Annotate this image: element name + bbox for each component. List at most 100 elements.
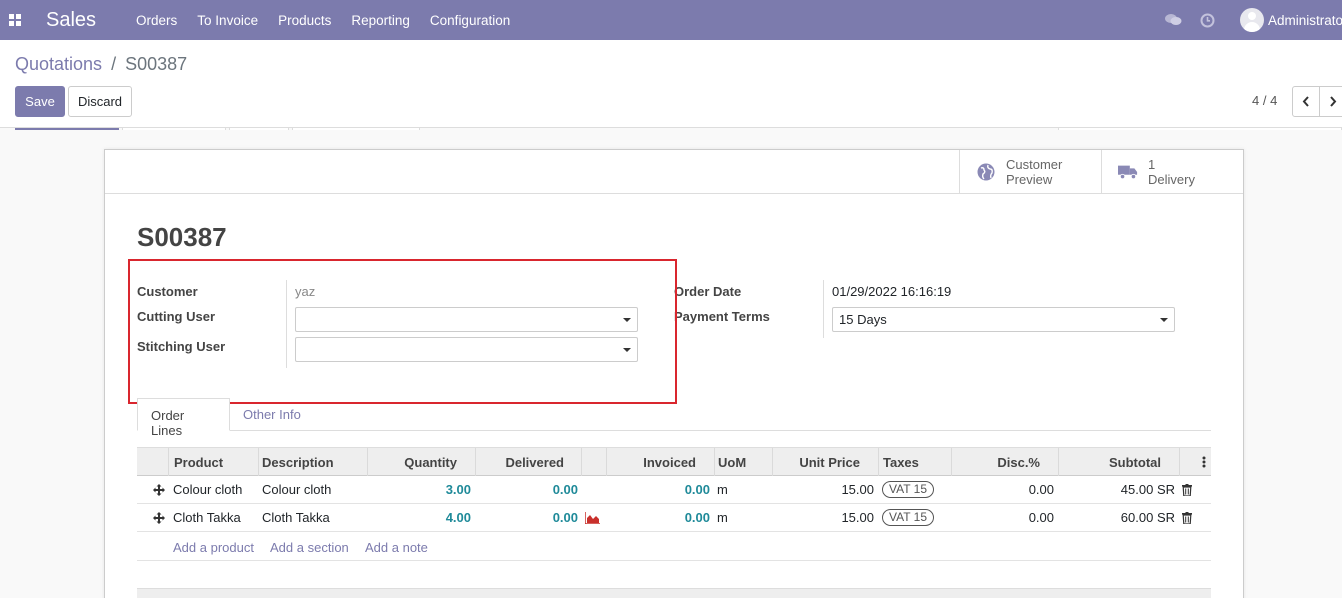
- add-product-link[interactable]: Add a product: [173, 540, 254, 555]
- vertical-dots-icon: [1202, 456, 1206, 468]
- caret-down-icon: [1160, 318, 1168, 322]
- customer-preview-line2: Preview: [1006, 171, 1053, 187]
- user-name[interactable]: Administrator: [1268, 13, 1342, 28]
- order-date-value[interactable]: 01/29/2022 16:16:19: [832, 284, 951, 299]
- top-navbar: Sales Orders To Invoice Products Reporti…: [0, 0, 1342, 40]
- grid-icon: [9, 14, 21, 26]
- cell-product: Colour cloth: [173, 482, 243, 497]
- field-divider: [823, 280, 824, 338]
- table-footer: [137, 588, 1211, 598]
- caret-down-icon: [623, 348, 631, 352]
- column-delivered[interactable]: Delivered: [476, 448, 582, 476]
- column-product[interactable]: Product: [169, 448, 259, 476]
- notebook-tabs: Order Lines Other Info: [137, 398, 1211, 438]
- customer-label: Customer: [137, 284, 198, 299]
- order-date-label: Order Date: [674, 284, 742, 299]
- clock-icon[interactable]: [1198, 11, 1216, 29]
- stitching-user-label: Stitching User: [137, 339, 226, 354]
- chevron-left-icon: [1302, 96, 1309, 107]
- add-note-link[interactable]: Add a note: [365, 540, 428, 555]
- customer-preview-button[interactable]: Customer Preview: [959, 150, 1101, 193]
- drag-handle-icon[interactable]: [153, 512, 165, 524]
- avatar[interactable]: [1240, 8, 1264, 32]
- cell-discount: 0.00: [1028, 510, 1054, 525]
- pager-previous-button[interactable]: [1292, 86, 1320, 117]
- cell-unit-price: 15.00: [841, 510, 874, 525]
- cutting-user-select[interactable]: [295, 307, 638, 332]
- payment-terms-label: Payment Terms: [674, 309, 770, 324]
- cell-product: Cloth Takka: [173, 510, 241, 525]
- add-section-link[interactable]: Add a section: [270, 540, 349, 555]
- apps-menu-icon[interactable]: [0, 0, 30, 40]
- table-row[interactable]: Cloth Takka Cloth Takka 4.00 0.00 0.00 m…: [137, 504, 1211, 532]
- column-invoiced[interactable]: Invoiced: [607, 448, 715, 476]
- cell-delivered: 0.00: [552, 510, 578, 525]
- breadcrumb-separator: /: [111, 54, 117, 74]
- column-options[interactable]: [1180, 448, 1211, 476]
- trash-icon[interactable]: [1182, 484, 1192, 496]
- cell-delivered: 0.00: [552, 482, 578, 497]
- tax-badge: VAT 15: [882, 481, 935, 498]
- tax-badge: VAT 15: [882, 509, 935, 526]
- trash-icon[interactable]: [1182, 512, 1192, 524]
- breadcrumb-quotations[interactable]: Quotations: [15, 54, 102, 74]
- tab-other-info[interactable]: Other Info: [230, 398, 320, 431]
- customer-value[interactable]: yaz: [295, 284, 315, 299]
- app-name[interactable]: Sales: [46, 9, 96, 32]
- cell-uom: m: [717, 510, 728, 525]
- customer-preview-line1: Customer: [1006, 156, 1063, 172]
- payment-terms-value: 15 Days: [839, 312, 887, 327]
- forecast-chart-icon[interactable]: [585, 512, 600, 524]
- cell-invoiced: 0.00: [684, 510, 710, 525]
- tab-order-lines[interactable]: Order Lines: [137, 398, 230, 438]
- pager-next-button[interactable]: [1319, 86, 1342, 117]
- cell-subtotal: 60.00 SR: [1120, 510, 1175, 525]
- menu-configuration[interactable]: Configuration: [430, 13, 510, 28]
- field-divider: [286, 280, 287, 368]
- delivery-count: 1: [1148, 156, 1156, 172]
- cutting-user-label: Cutting User: [137, 309, 215, 324]
- cell-quantity: 4.00: [445, 510, 471, 525]
- menu-reporting[interactable]: Reporting: [351, 13, 410, 28]
- column-description[interactable]: Description: [259, 448, 368, 476]
- stitching-user-select[interactable]: [295, 337, 638, 362]
- control-panel: Quotations / S00387 Save Discard 4 / 4: [0, 40, 1342, 128]
- cell-discount: 0.00: [1028, 482, 1054, 497]
- cell-quantity: 3.00: [445, 482, 471, 497]
- column-subtotal[interactable]: Subtotal: [1059, 448, 1180, 476]
- cell-unit-price: 15.00: [841, 482, 874, 497]
- discard-button[interactable]: Discard: [68, 86, 132, 117]
- column-handle: [137, 448, 169, 476]
- breadcrumb-current: S00387: [125, 54, 188, 74]
- column-unit-price[interactable]: Unit Price: [773, 448, 879, 476]
- delivery-label: Delivery: [1148, 171, 1195, 187]
- drag-handle-icon[interactable]: [153, 484, 165, 496]
- cell-invoiced: 0.00: [684, 482, 710, 497]
- breadcrumb: Quotations / S00387: [15, 54, 187, 75]
- cell-subtotal: 45.00 SR: [1120, 482, 1175, 497]
- pager-counter: 4 / 4: [1252, 93, 1278, 108]
- globe-icon: [976, 162, 996, 182]
- save-button[interactable]: Save: [15, 86, 65, 117]
- cell-description: Colour cloth: [262, 482, 332, 497]
- chat-icon[interactable]: [1164, 11, 1182, 29]
- order-title: S00387: [137, 222, 227, 252]
- column-forecast: [582, 448, 607, 476]
- table-row[interactable]: Colour cloth Colour cloth 3.00 0.00 0.00…: [137, 476, 1211, 504]
- caret-down-icon: [623, 318, 631, 322]
- payment-terms-select[interactable]: 15 Days: [832, 307, 1175, 332]
- column-quantity[interactable]: Quantity: [368, 448, 476, 476]
- menu-to-invoice[interactable]: To Invoice: [197, 13, 258, 28]
- column-discount[interactable]: Disc.%: [952, 448, 1059, 476]
- menu-products[interactable]: Products: [278, 13, 331, 28]
- smart-button-box: Customer Preview 1 Delivery: [105, 150, 1243, 194]
- table-header: Product Description Quantity Delivered I…: [137, 447, 1211, 476]
- cell-description: Cloth Takka: [262, 510, 330, 525]
- delivery-button[interactable]: 1 Delivery: [1101, 150, 1243, 193]
- chevron-right-icon: [1330, 96, 1337, 107]
- cell-uom: m: [717, 482, 728, 497]
- column-uom[interactable]: UoM: [715, 448, 773, 476]
- menu-orders[interactable]: Orders: [136, 13, 177, 28]
- truck-icon: [1118, 162, 1138, 182]
- column-taxes[interactable]: Taxes: [879, 448, 952, 476]
